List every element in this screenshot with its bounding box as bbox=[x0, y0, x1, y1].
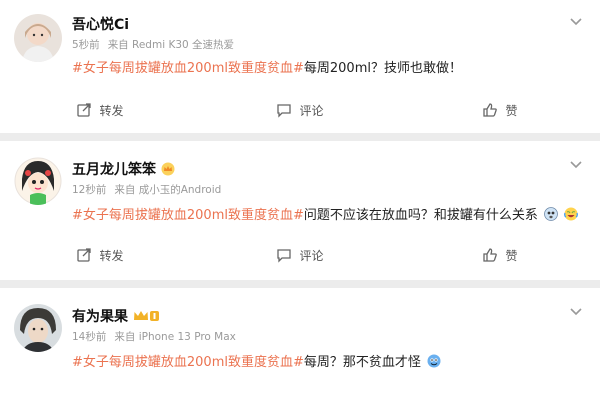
repost-icon bbox=[77, 248, 92, 262]
username[interactable]: 有为果果 bbox=[72, 306, 160, 326]
post-meta: 12秒前 来自 成小玉的Android bbox=[72, 182, 221, 197]
comment-button[interactable]: 评论 bbox=[200, 240, 400, 270]
comment-feed: 吾心悦Ci 5秒前 来自 Redmi K30 全速热爱 #女子每周拔罐放血200m… bbox=[0, 0, 600, 410]
post-meta: 14秒前 来自 iPhone 13 Pro Max bbox=[72, 329, 236, 344]
like-icon bbox=[483, 248, 498, 262]
post-time: 12秒前 bbox=[72, 184, 107, 196]
post-time: 14秒前 bbox=[72, 331, 107, 343]
username-text: 五月龙儿笨笨 bbox=[72, 162, 156, 178]
action-bar: 转发 评论 赞 bbox=[0, 240, 600, 270]
repost-label: 转发 bbox=[99, 103, 124, 118]
topic-link[interactable]: #女子每周拔罐放血200ml致重度贫血# bbox=[72, 208, 304, 223]
topic-link[interactable]: #女子每周拔罐放血200ml致重度贫血# bbox=[72, 355, 304, 370]
post-card: 吾心悦Ci 5秒前 来自 Redmi K30 全速热爱 #女子每周拔罐放血200m… bbox=[0, 0, 600, 133]
username-text: 吾心悦Ci bbox=[72, 17, 130, 33]
comment-button[interactable]: 评论 bbox=[200, 95, 400, 125]
post-card: 有为果果 14秒前 来自 iPhone 13 Pro Max #女子每周拔罐放血2… bbox=[0, 288, 600, 410]
like-label: 赞 bbox=[505, 103, 518, 118]
repost-button[interactable]: 转发 bbox=[0, 240, 200, 270]
post-body: #女子每周拔罐放血200ml致重度贫血#问题不应该在放血吗？和拔罐有什么关系 bbox=[72, 204, 579, 223]
like-button[interactable]: 赞 bbox=[400, 240, 600, 270]
post-text: 问题不应该在放血吗？和拔罐有什么关系 bbox=[303, 208, 538, 223]
like-icon bbox=[483, 103, 498, 117]
repost-icon bbox=[77, 103, 92, 117]
chevron-down-icon[interactable] bbox=[568, 303, 584, 319]
avatar[interactable] bbox=[14, 304, 62, 352]
post-card: 五月龙儿笨笨 12秒前 来自 成小玉的Android #女子每周拔罐放血200ml… bbox=[0, 141, 600, 280]
post-time: 5秒前 bbox=[72, 39, 100, 51]
repost-label: 转发 bbox=[99, 248, 124, 263]
comment-label: 评论 bbox=[299, 248, 324, 263]
action-bar: 转发 评论 赞 bbox=[0, 95, 600, 125]
post-text: 每周？那不贫血才怪 bbox=[303, 355, 421, 370]
comment-icon bbox=[277, 249, 292, 263]
comment-icon bbox=[277, 104, 292, 118]
username[interactable]: 五月龙儿笨笨 bbox=[72, 159, 176, 179]
chevron-down-icon[interactable] bbox=[568, 13, 584, 29]
crown-badge-icon bbox=[161, 162, 175, 176]
emoji-icon bbox=[564, 207, 579, 221]
post-text: 每周200ml？技师也敢做！ bbox=[303, 61, 462, 76]
username-text: 有为果果 bbox=[72, 309, 128, 325]
post-body: #女子每周拔罐放血200ml致重度贫血#每周？那不贫血才怪 bbox=[72, 351, 441, 370]
emoji-icon bbox=[427, 354, 441, 368]
post-source: 来自 成小玉的Android bbox=[114, 184, 222, 196]
post-body: #女子每周拔罐放血200ml致重度贫血#每周200ml？技师也敢做！ bbox=[72, 57, 462, 76]
comment-label: 评论 bbox=[299, 103, 324, 118]
avatar[interactable] bbox=[14, 157, 62, 205]
like-label: 赞 bbox=[505, 248, 518, 263]
post-meta: 5秒前 来自 Redmi K30 全速热爱 bbox=[72, 37, 234, 52]
emoji-icon bbox=[544, 207, 558, 221]
avatar[interactable] bbox=[14, 14, 62, 62]
chevron-down-icon[interactable] bbox=[568, 156, 584, 172]
post-source: 来自 iPhone 13 Pro Max bbox=[114, 331, 236, 343]
like-button[interactable]: 赞 bbox=[400, 95, 600, 125]
repost-button[interactable]: 转发 bbox=[0, 95, 200, 125]
post-source: 来自 Redmi K30 全速热爱 bbox=[107, 39, 235, 51]
topic-link[interactable]: #女子每周拔罐放血200ml致重度贫血# bbox=[72, 61, 304, 76]
username[interactable]: 吾心悦Ci bbox=[72, 14, 129, 34]
crown-badge-icon bbox=[134, 311, 159, 321]
